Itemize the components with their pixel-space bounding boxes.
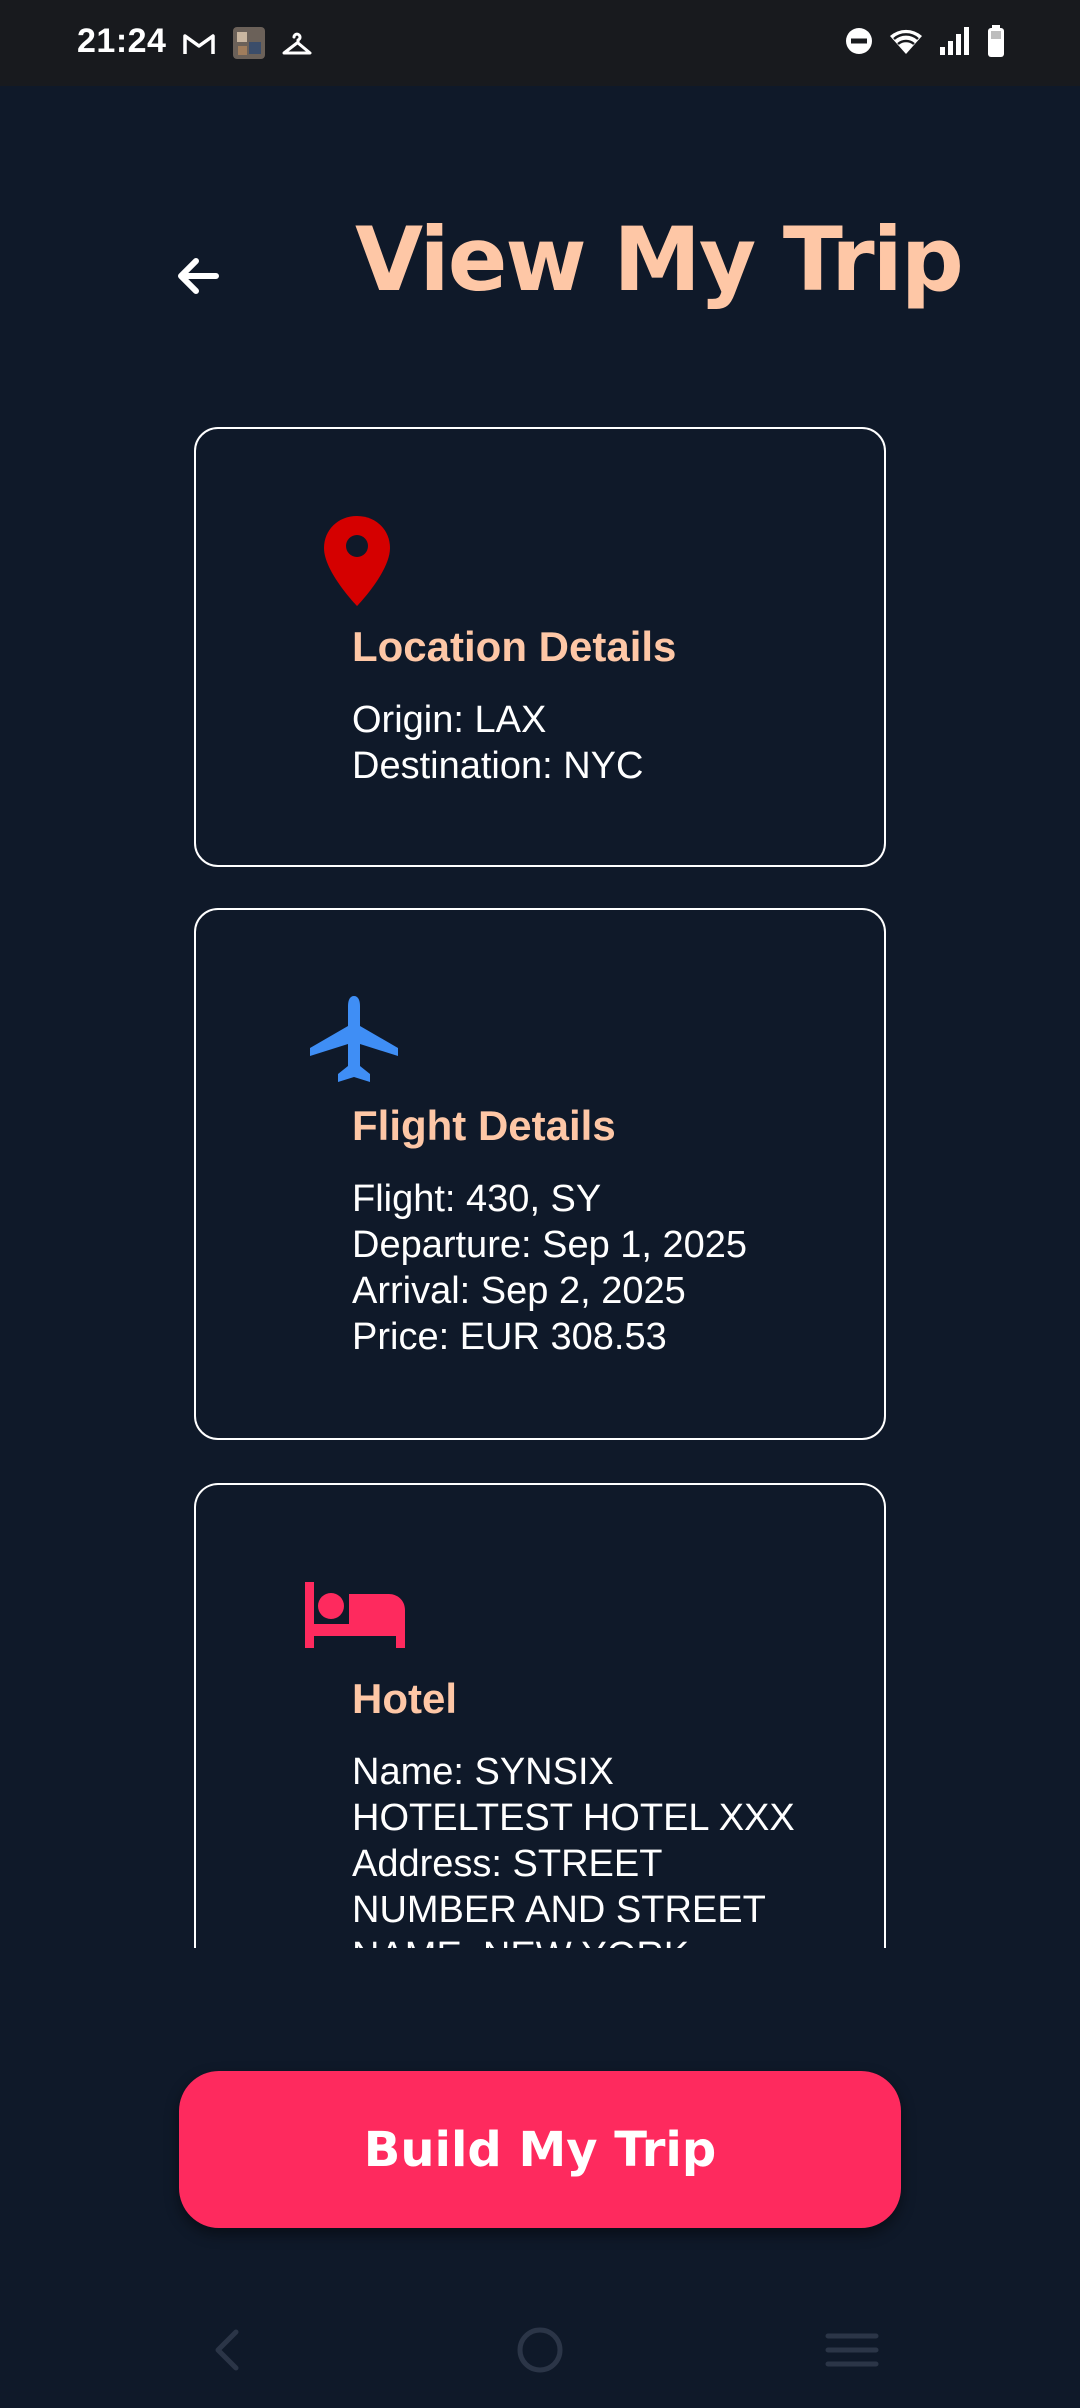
arrival-text: Arrival: Sep 2, 2025 bbox=[352, 1270, 686, 1312]
flight-number-text: Flight: 430, SY bbox=[352, 1178, 602, 1220]
bed-icon bbox=[305, 1582, 405, 1648]
hotel-name-line-2: HOTELTEST HOTEL XXX bbox=[352, 1797, 795, 1839]
departure-text: Departure: Sep 1, 2025 bbox=[352, 1224, 748, 1266]
location-details-text: Origin: LAX Destination: NYC bbox=[352, 697, 822, 789]
page-title: View My Trip bbox=[355, 208, 964, 311]
battery-icon bbox=[988, 25, 1004, 57]
status-bar: 21:24 bbox=[0, 0, 1080, 86]
hotel-details-text: Name: SYNSIX HOTELTEST HOTEL XXX Address… bbox=[352, 1749, 822, 1948]
airplane-icon bbox=[310, 996, 398, 1082]
hotel-title: Hotel bbox=[352, 1675, 457, 1722]
location-details-title: Location Details bbox=[352, 623, 677, 670]
location-details-card: Location Details Origin: LAX Destination… bbox=[194, 427, 886, 867]
hotel-card-scroll-area[interactable]: Hotel Name: SYNSIX HOTELTEST HOTEL XXX A… bbox=[190, 1478, 890, 1948]
back-arrow-icon[interactable] bbox=[166, 244, 230, 308]
location-pin-icon bbox=[324, 516, 390, 606]
wifi-icon bbox=[890, 29, 922, 54]
destination-text: Destination: NYC bbox=[352, 745, 644, 787]
nav-back-icon[interactable] bbox=[198, 2320, 258, 2380]
hotel-address-line-1: Address: STREET bbox=[352, 1843, 663, 1885]
status-time: 21:24 bbox=[77, 22, 167, 60]
flight-details-card: Flight Details Flight: 430, SY Departure… bbox=[194, 908, 886, 1440]
hotel-card: Hotel Name: SYNSIX HOTELTEST HOTEL XXX A… bbox=[194, 1483, 886, 1948]
nav-home-icon[interactable] bbox=[510, 2320, 570, 2380]
hotel-address-line-3: NAME, NEW YORK bbox=[352, 1933, 822, 1948]
signal-icon bbox=[940, 27, 969, 55]
status-system-icons bbox=[844, 24, 1006, 58]
hotel-name-line-1: Name: SYNSIX bbox=[352, 1751, 614, 1793]
nav-recents-icon[interactable] bbox=[822, 2320, 882, 2380]
gmail-icon bbox=[183, 34, 215, 54]
build-my-trip-button[interactable]: Build My Trip bbox=[179, 2071, 901, 2228]
hotel-address-line-2: NUMBER AND STREET bbox=[352, 1889, 766, 1931]
hanger-icon bbox=[282, 32, 312, 55]
price-text: Price: EUR 308.53 bbox=[352, 1316, 667, 1358]
origin-text: Origin: LAX bbox=[352, 699, 547, 741]
flight-details-text: Flight: 430, SY Departure: Sep 1, 2025 A… bbox=[352, 1176, 822, 1360]
photo-thumbnail-icon bbox=[233, 27, 265, 59]
flight-details-title: Flight Details bbox=[352, 1102, 616, 1149]
status-notification-icons bbox=[182, 26, 312, 60]
system-navigation-bar bbox=[0, 2290, 1080, 2408]
do-not-disturb-icon bbox=[846, 28, 872, 54]
